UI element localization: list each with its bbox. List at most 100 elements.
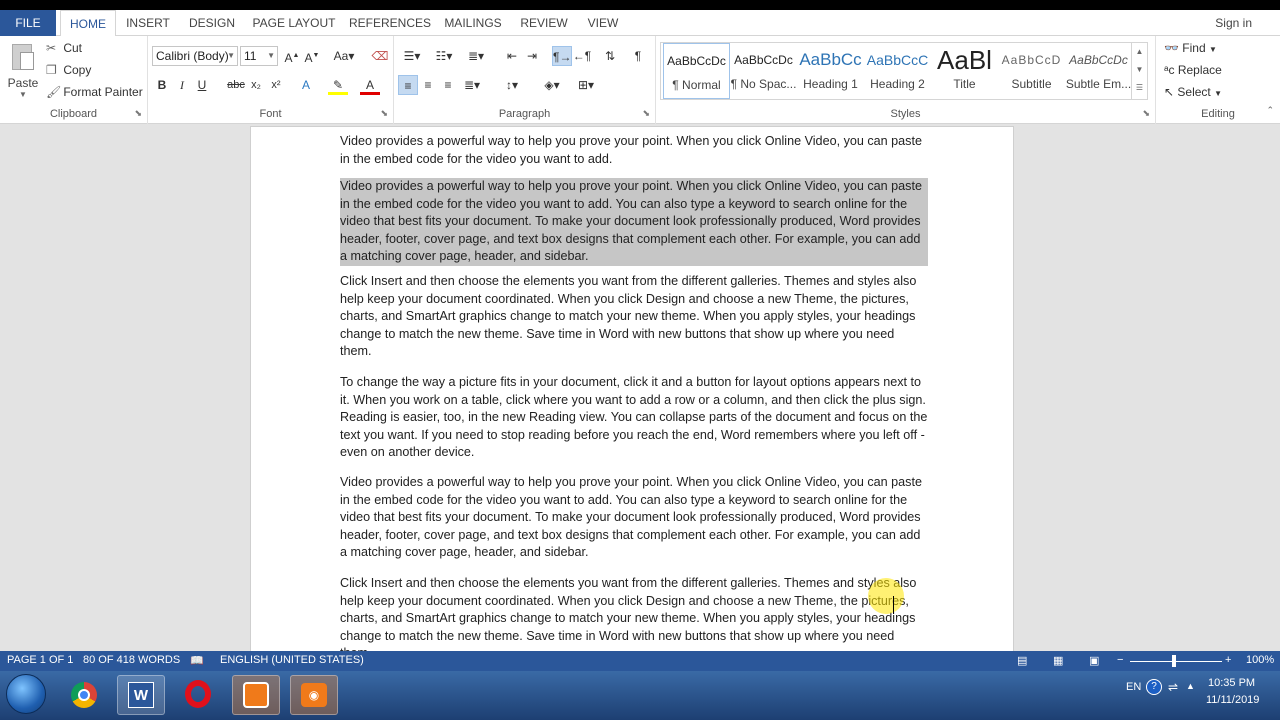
- document-paragraph[interactable]: Video provides a powerful way to help yo…: [340, 133, 928, 168]
- tab-mailings[interactable]: MAILINGS: [440, 10, 506, 36]
- document-paragraph[interactable]: Click Insert and then choose the element…: [340, 273, 928, 361]
- font-color-icon[interactable]: A: [360, 75, 380, 95]
- language-indicator[interactable]: ENGLISH (UNITED STATES): [220, 654, 364, 666]
- chevron-down-icon: ▼: [1214, 89, 1223, 98]
- align-left-icon[interactable]: ≡: [398, 75, 418, 95]
- borders-icon[interactable]: ⊞▾: [572, 75, 600, 95]
- style-name: Subtle Em...: [1065, 77, 1132, 91]
- styles-gallery-scroll[interactable]: ▲ ▼ ☰: [1131, 43, 1147, 99]
- find-button[interactable]: 👓 Find ▼: [1164, 41, 1217, 55]
- italic-icon[interactable]: I: [172, 75, 192, 95]
- start-button[interactable]: [6, 674, 46, 714]
- ltr-direction-icon[interactable]: ¶→: [552, 46, 572, 66]
- bold-icon[interactable]: B: [152, 75, 172, 95]
- paragraph-launcher-icon[interactable]: ⬊: [642, 108, 650, 119]
- zoom-slider-track[interactable]: [1130, 661, 1222, 662]
- tray-expand-icon[interactable]: ▲: [1186, 681, 1195, 691]
- select-button[interactable]: ↖ Select ▼: [1164, 85, 1222, 99]
- font-launcher-icon[interactable]: ⬊: [380, 108, 388, 119]
- camera-icon[interactable]: ◉: [290, 675, 338, 715]
- chevron-up-icon[interactable]: ▲: [1132, 43, 1147, 61]
- show-formatting-marks-icon[interactable]: ¶: [628, 46, 648, 66]
- copy-button[interactable]: ❐ Copy: [46, 63, 91, 77]
- zoom-level[interactable]: 100%: [1246, 654, 1274, 666]
- font-name-combo[interactable]: Calibri (Body) ▼: [152, 46, 238, 66]
- tab-design[interactable]: DESIGN: [184, 10, 240, 36]
- recorder-icon[interactable]: [232, 675, 280, 715]
- document-paragraph[interactable]: Click Insert and then choose the element…: [340, 575, 928, 651]
- change-case-icon[interactable]: Aa▾: [330, 46, 358, 66]
- clock-date[interactable]: 11/11/2019: [1206, 694, 1259, 706]
- word-icon[interactable]: W: [117, 675, 165, 715]
- document-paragraph-selected[interactable]: Video provides a powerful way to help yo…: [340, 178, 928, 266]
- chrome-icon[interactable]: [60, 675, 108, 715]
- sort-icon[interactable]: ⇅: [600, 46, 620, 66]
- style-heading-1[interactable]: AaBbCc Heading 1: [797, 43, 864, 99]
- tab-insert[interactable]: INSERT: [122, 10, 174, 36]
- multilevel-list-icon[interactable]: ≣▾: [462, 46, 490, 66]
- format-painter-button[interactable]: 🖌 Format Painter: [46, 85, 143, 99]
- input-language[interactable]: EN: [1126, 681, 1141, 693]
- subscript-icon[interactable]: x₂: [246, 75, 266, 95]
- document-area[interactable]: Video provides a powerful way to help yo…: [0, 124, 1280, 651]
- align-right-icon[interactable]: ≡: [438, 75, 458, 95]
- chevron-down-icon[interactable]: ▼: [1132, 61, 1147, 79]
- tab-home[interactable]: HOME: [60, 10, 116, 37]
- clipboard-launcher-icon[interactable]: ⬊: [134, 108, 142, 119]
- font-size-combo[interactable]: 11 ▼: [240, 46, 278, 66]
- numbering-icon[interactable]: ☷▾: [430, 46, 458, 66]
- page-count[interactable]: PAGE 1 OF 1: [7, 654, 73, 666]
- underline-icon[interactable]: U: [192, 75, 212, 95]
- document-paragraph[interactable]: Video provides a powerful way to help yo…: [340, 474, 928, 562]
- cut-button[interactable]: ✂ Cut: [46, 41, 82, 55]
- justify-icon[interactable]: ≣▾: [458, 75, 486, 95]
- tab-file[interactable]: FILE: [0, 10, 56, 36]
- zoom-in-icon[interactable]: +: [1225, 654, 1231, 666]
- proofing-icon[interactable]: 📖: [190, 654, 204, 667]
- strikethrough-icon[interactable]: abc: [226, 75, 246, 95]
- gallery-more-icon[interactable]: ☰: [1132, 79, 1147, 97]
- tab-page-layout[interactable]: PAGE LAYOUT: [250, 10, 338, 36]
- chevron-down-icon[interactable]: ▼: [6, 90, 40, 99]
- align-center-icon[interactable]: ≡: [418, 75, 438, 95]
- increase-indent-icon[interactable]: ⇥: [522, 46, 542, 66]
- style-no-spacing[interactable]: AaBbCcDc ¶ No Spac...: [730, 43, 797, 99]
- replace-button[interactable]: ᵃc Replace: [1164, 63, 1222, 77]
- grow-font-icon[interactable]: A▲: [282, 46, 302, 66]
- tab-references[interactable]: REFERENCES: [348, 10, 432, 36]
- shading-icon[interactable]: ◈▾: [538, 75, 566, 95]
- style-title[interactable]: AaBl Title: [931, 43, 998, 99]
- print-layout-icon[interactable]: ▦: [1053, 654, 1063, 667]
- highlight-color-icon[interactable]: ✎: [328, 75, 348, 95]
- style-subtle-emphasis[interactable]: AaBbCcDc Subtle Em...: [1065, 43, 1132, 99]
- paste-button[interactable]: Paste ▼: [6, 42, 40, 102]
- opera-icon[interactable]: [174, 675, 222, 715]
- bullets-icon[interactable]: ☰▾: [398, 46, 426, 66]
- zoom-out-icon[interactable]: −: [1117, 654, 1123, 666]
- word-count[interactable]: 80 OF 418 WORDS: [83, 654, 180, 666]
- document-paragraph[interactable]: To change the way a picture fits in your…: [340, 374, 928, 462]
- style-heading-2[interactable]: AaBbCcC Heading 2: [864, 43, 931, 99]
- web-layout-icon[interactable]: ▣: [1089, 654, 1099, 667]
- clock-time[interactable]: 10:35 PM: [1208, 677, 1255, 689]
- rtl-direction-icon[interactable]: ←¶: [572, 46, 592, 66]
- decrease-indent-icon[interactable]: ⇤: [502, 46, 522, 66]
- collapse-ribbon-icon[interactable]: ⌃: [1266, 105, 1274, 116]
- read-mode-icon[interactable]: ▤: [1017, 654, 1027, 667]
- line-spacing-icon[interactable]: ↕▾: [498, 75, 526, 95]
- text-effects-icon[interactable]: A: [296, 75, 316, 95]
- tab-review[interactable]: REVIEW: [516, 10, 572, 36]
- document-page[interactable]: Video provides a powerful way to help yo…: [250, 126, 1014, 651]
- styles-launcher-icon[interactable]: ⬊: [1142, 108, 1150, 119]
- help-icon[interactable]: ?: [1146, 679, 1162, 695]
- network-icon[interactable]: ⇌: [1168, 680, 1178, 694]
- shrink-font-icon[interactable]: A▼: [302, 46, 322, 66]
- tab-view[interactable]: VIEW: [582, 10, 624, 36]
- paragraph-group-label: Paragraph: [498, 108, 551, 120]
- superscript-icon[interactable]: x²: [266, 75, 286, 95]
- style-normal[interactable]: AaBbCcDc ¶ Normal: [663, 43, 730, 99]
- sign-in-link[interactable]: Sign in: [1215, 10, 1252, 36]
- zoom-slider-thumb[interactable]: [1172, 655, 1176, 667]
- clear-formatting-icon[interactable]: ⌫: [370, 46, 390, 66]
- style-subtitle[interactable]: AaBbCcD Subtitle: [998, 43, 1065, 99]
